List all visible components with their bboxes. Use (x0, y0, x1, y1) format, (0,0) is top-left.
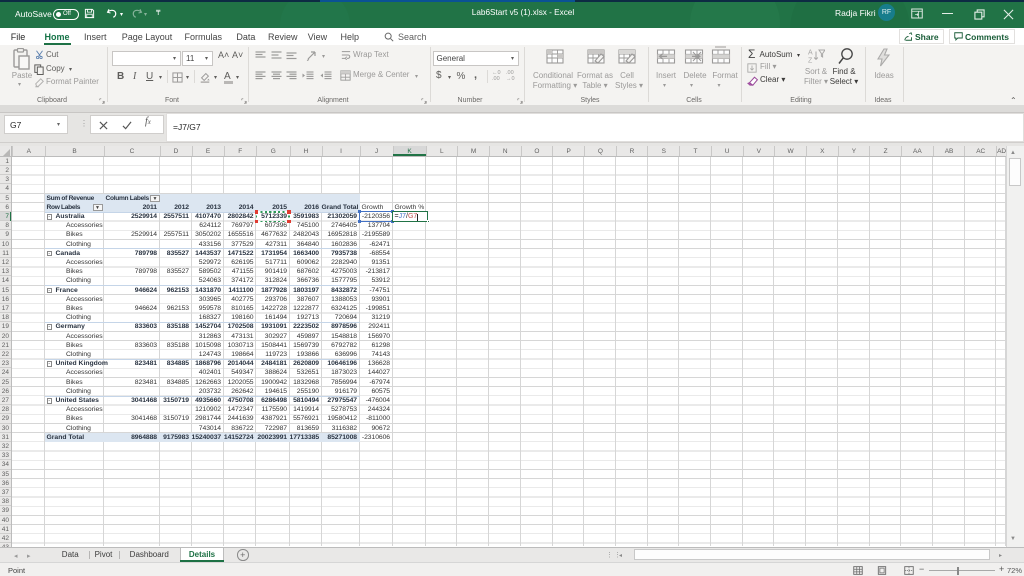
svg-text:Z: Z (808, 58, 813, 64)
svg-text:A: A (808, 50, 813, 57)
